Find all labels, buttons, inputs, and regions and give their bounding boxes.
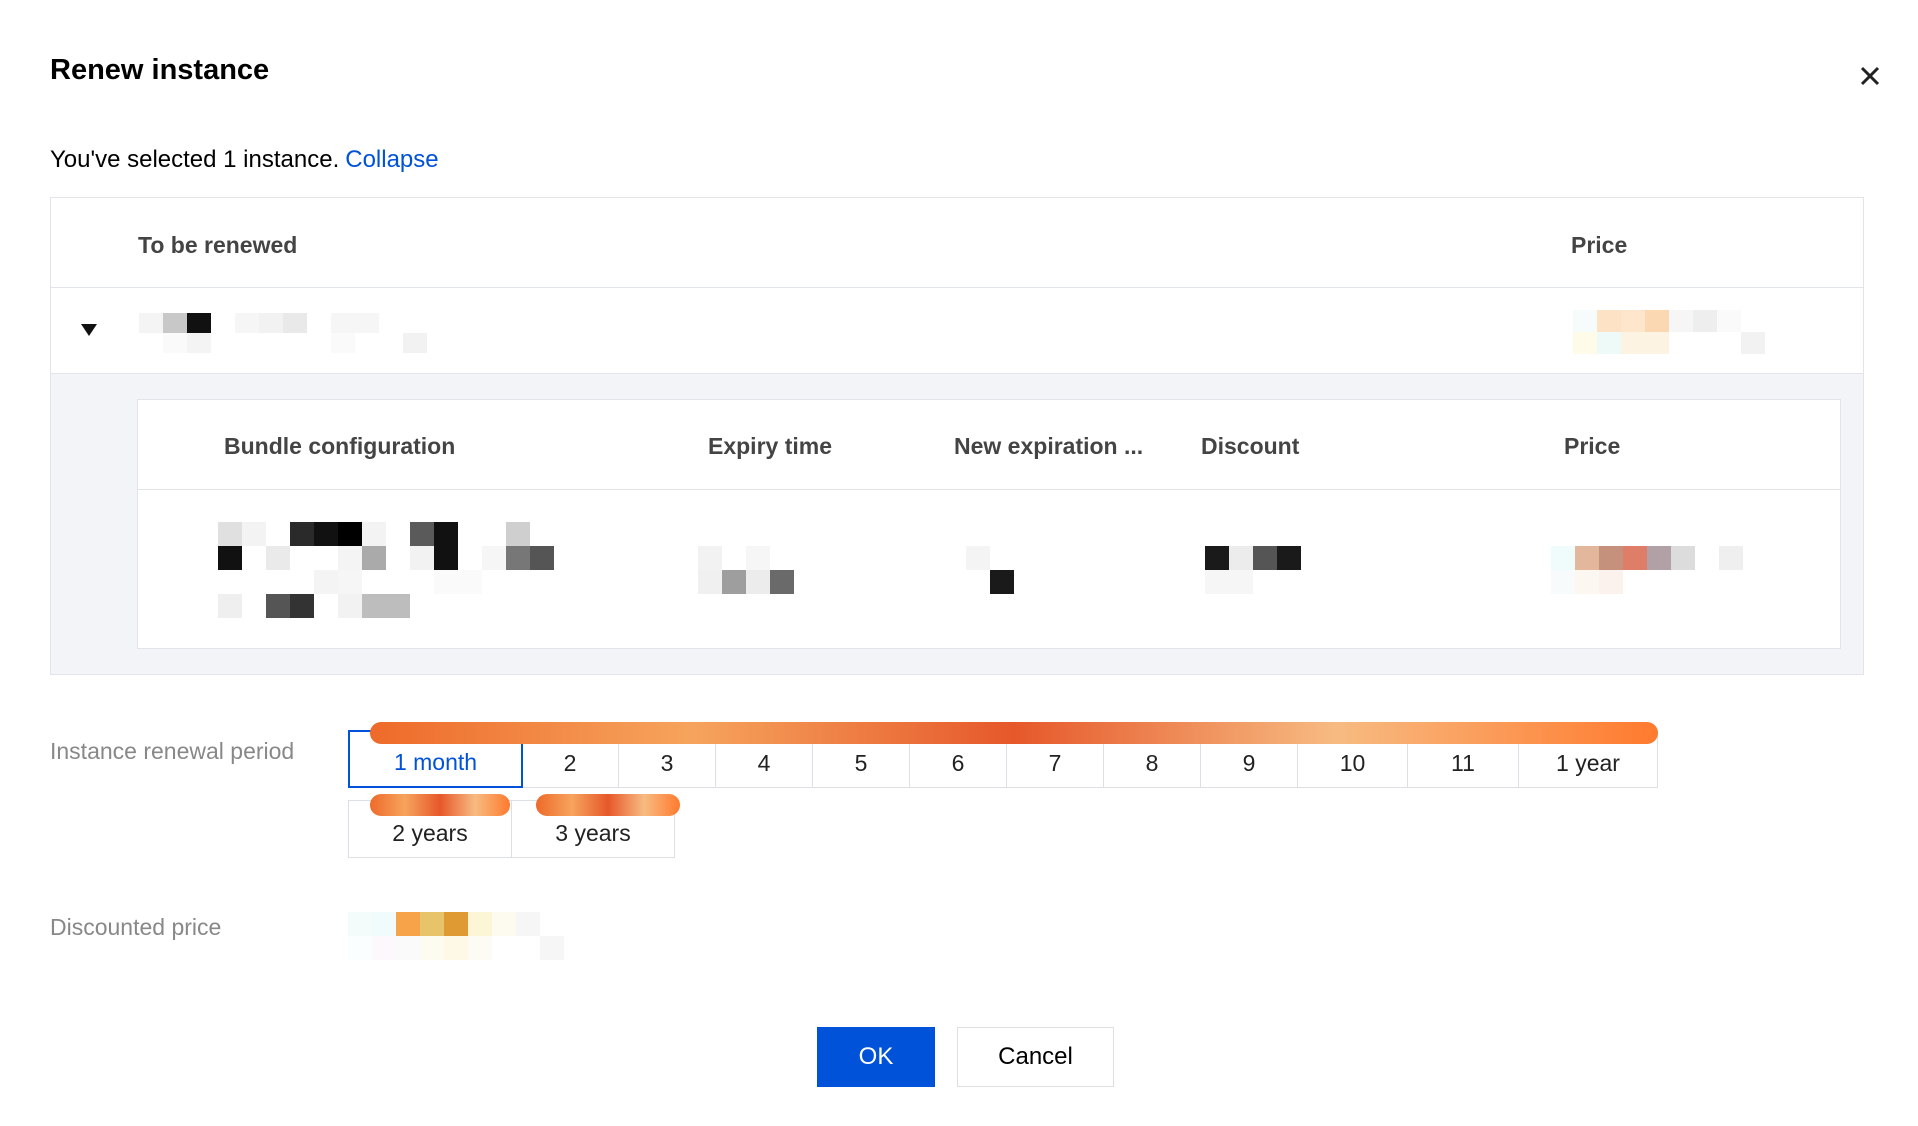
close-icon[interactable]	[1852, 58, 1888, 94]
column-new-expiration: New expiration ...	[954, 433, 1144, 459]
ok-button[interactable]: OK	[817, 1027, 935, 1087]
redacted-discount-badge-3-years	[536, 794, 680, 816]
selection-count-text: You've selected 1 instance.	[50, 146, 340, 173]
caret-down-icon[interactable]	[81, 324, 97, 336]
instance-table-header: To be renewed Price	[51, 198, 1863, 288]
redacted-discount-badges	[370, 722, 1658, 744]
renewal-period-label: Instance renewal period	[50, 738, 295, 764]
selection-summary: You've selected 1 instance. Collapse	[50, 146, 439, 174]
collapse-link[interactable]: Collapse	[345, 146, 438, 173]
expanded-details: Bundle configuration Expiry time New exp…	[51, 374, 1863, 674]
table-row	[138, 490, 1840, 650]
column-discount: Discount	[1201, 433, 1300, 459]
column-bundle-configuration: Bundle configuration	[224, 433, 456, 459]
renew-instance-dialog: Renew instance You've selected 1 instanc…	[0, 0, 1918, 1126]
redacted-bundle-configuration	[218, 522, 554, 618]
redacted-discounted-price	[348, 912, 564, 960]
cancel-button[interactable]: Cancel	[957, 1027, 1114, 1087]
column-expiry-time: Expiry time	[708, 433, 832, 459]
column-price: Price	[1571, 232, 1628, 258]
instance-table: To be renewed Price Bundle configuration…	[50, 197, 1864, 675]
bundle-table: Bundle configuration Expiry time New exp…	[137, 399, 1841, 649]
column-to-be-renewed: To be renewed	[138, 232, 298, 258]
renewal-period-selector: 1 month 2 3 4 5 6 7 8 9 10 11 1 year 2 y…	[348, 722, 1658, 860]
redacted-expiry-time	[698, 546, 794, 594]
bundle-table-header: Bundle configuration Expiry time New exp…	[138, 400, 1840, 490]
redacted-instance-name	[139, 313, 475, 353]
table-row	[51, 288, 1863, 374]
redacted-discount	[1205, 546, 1301, 594]
column-bundle-price: Price	[1564, 433, 1621, 459]
redacted-row-price	[1573, 310, 1765, 354]
redacted-bundle-price	[1551, 546, 1743, 594]
redacted-new-expiration	[966, 546, 1014, 594]
dialog-title: Renew instance	[50, 54, 270, 86]
discounted-price-label: Discounted price	[50, 914, 222, 940]
redacted-discount-badge-2-years	[370, 794, 510, 816]
